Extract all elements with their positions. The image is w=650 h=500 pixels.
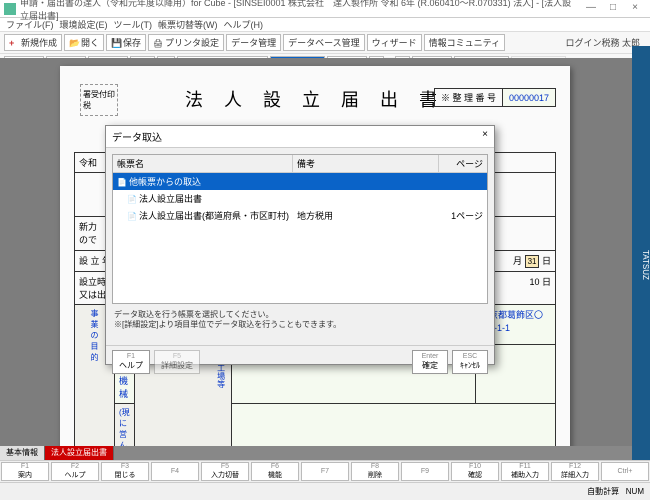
save-button[interactable]: 保存 <box>106 34 146 51</box>
minimize-button[interactable]: — <box>580 2 602 16</box>
dialog-detail-button: F5詳細設定 <box>154 350 200 374</box>
fkey-f12[interactable]: F12詳細入力 <box>551 462 599 481</box>
document-icon <box>127 211 139 221</box>
close-button[interactable]: × <box>624 2 646 16</box>
fkey-f6[interactable]: F6機能 <box>251 462 299 481</box>
list-item[interactable]: 他帳票からの取込 <box>113 173 487 190</box>
community-button[interactable]: 情報コミュニティ <box>424 34 505 51</box>
plus-icon <box>9 38 19 48</box>
doc-tab-basic[interactable]: 基本情報 <box>0 446 45 460</box>
fkey-f4[interactable]: F4 <box>151 462 199 481</box>
fkey-f5[interactable]: F5入力切替 <box>201 462 249 481</box>
dialog-cancel-button[interactable]: ESCｷｬﾝｾﾙ <box>452 350 488 374</box>
doc-tab-setup[interactable]: 法人設立届出書 <box>45 446 114 460</box>
document-icon <box>127 194 139 204</box>
fkey-f3[interactable]: F3閉じる <box>101 462 149 481</box>
printer-setting-button[interactable]: プリンタ設定 <box>148 34 224 51</box>
col-page[interactable]: ページ <box>439 155 487 172</box>
menu-help[interactable]: ヘルプ(H) <box>224 18 264 31</box>
status-autocalc: 自動計算 <box>587 487 619 496</box>
dialog-confirm-button[interactable]: Enter確定 <box>412 350 448 374</box>
folder-open-icon <box>69 38 79 48</box>
list-item[interactable]: 法人設立届出書 <box>113 190 487 207</box>
menu-tool[interactable]: ツール(T) <box>114 18 153 31</box>
menu-file[interactable]: ファイル(F) <box>6 18 54 31</box>
fkey-f10[interactable]: F10確認 <box>451 462 499 481</box>
dialog-hint-2: ※[詳細設定]より項目単位でデータ取込を行うこともできます。 <box>114 320 486 330</box>
wizard-button[interactable]: ウィザード <box>367 34 422 51</box>
fkey-f8[interactable]: F8削除 <box>351 462 399 481</box>
col-form-name[interactable]: 帳票名 <box>113 155 293 172</box>
fkey-f1[interactable]: F1案内 <box>1 462 49 481</box>
document-icon <box>117 177 129 187</box>
menu-forms[interactable]: 帳票切替等(W) <box>158 18 218 31</box>
dialog-close-button[interactable]: × <box>482 129 488 144</box>
fkey-ctrl[interactable]: Ctrl+ <box>601 462 649 481</box>
fkey-f7[interactable]: F7 <box>301 462 349 481</box>
new-button[interactable]: 新規作成 <box>4 34 62 51</box>
dialog-help-button[interactable]: F1ヘルプ <box>112 350 150 374</box>
right-brand-bar: TATSUZ <box>632 46 650 480</box>
status-num: NUM <box>626 487 644 496</box>
menu-env[interactable]: 環境設定(E) <box>60 18 108 31</box>
save-icon <box>111 38 121 48</box>
fkey-f2[interactable]: F2ヘルプ <box>51 462 99 481</box>
maximize-button[interactable]: □ <box>602 2 624 16</box>
open-button[interactable]: 開く <box>64 34 104 51</box>
fkey-f11[interactable]: F11補助入力 <box>501 462 549 481</box>
dialog-hint-1: データ取込を行う帳票を選択してください。 <box>114 310 486 320</box>
db-manager-button[interactable]: データベース管理 <box>283 34 365 51</box>
dialog-title: データ取込 <box>112 129 162 144</box>
app-icon <box>4 3 16 15</box>
col-note[interactable]: 備考 <box>293 155 439 172</box>
printer-icon <box>153 38 163 48</box>
import-list: 帳票名 備考 ページ 他帳票からの取込 法人設立届出書 法人設立届出書(都道府県… <box>112 154 488 304</box>
data-import-dialog: データ取込 × 帳票名 備考 ページ 他帳票からの取込 法人設立届出書 法人設立… <box>105 125 495 365</box>
fkey-f9[interactable]: F9 <box>401 462 449 481</box>
list-item[interactable]: 法人設立届出書(都道府県・市区町村) 地方税用 1ページ <box>113 207 487 224</box>
data-manager-button[interactable]: データ管理 <box>226 34 281 51</box>
